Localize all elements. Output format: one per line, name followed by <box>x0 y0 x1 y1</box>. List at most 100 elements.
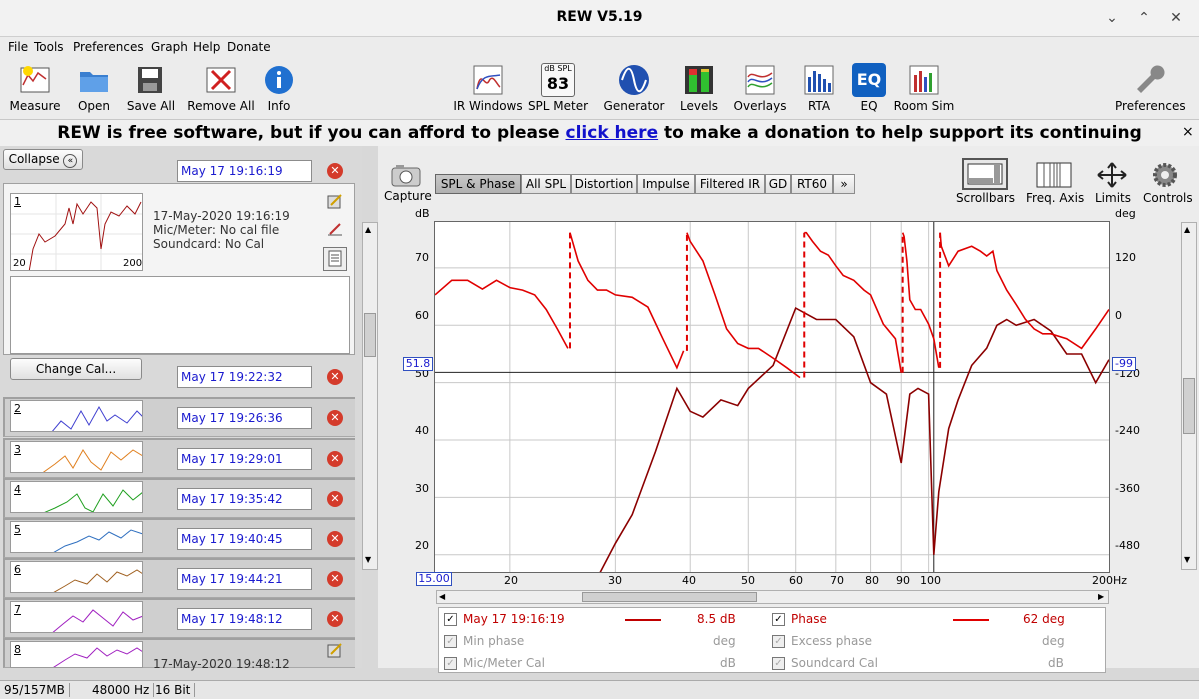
remove-measurement-icon[interactable]: ✕ <box>327 163 343 179</box>
menu-tools[interactable]: Tools <box>34 40 64 54</box>
minimize-icon[interactable]: ⌄ <box>1102 8 1122 28</box>
scrollbars-button[interactable] <box>962 158 1008 190</box>
measurement-thumbnail[interactable]: 6 <box>10 561 143 593</box>
measurement-name-field[interactable]: May 17 19:40:45 <box>177 528 312 550</box>
excess-phase-checkbox[interactable]: ✓ <box>772 635 785 648</box>
tab-filtered-ir[interactable]: Filtered IR <box>695 174 765 194</box>
measurement-thumbnail[interactable]: 1 20 200 <box>10 193 143 271</box>
scroll-up-icon[interactable]: ▲ <box>365 225 375 235</box>
graph-horizontal-scrollbar[interactable]: ◀ ▶ <box>436 590 1109 604</box>
measurement-name-field[interactable]: May 17 19:35:42 <box>177 488 312 510</box>
legend-series-name: May 17 19:16:19 <box>463 612 565 626</box>
preferences-button[interactable]: Preferences <box>1115 63 1186 113</box>
measurement-name-field[interactable]: May 17 19:44:21 <box>177 568 312 590</box>
legend-soundcard-cal: Soundcard Cal <box>791 656 878 670</box>
scrollbar-thumb[interactable] <box>582 592 757 602</box>
generator-button[interactable]: Generator <box>599 63 669 113</box>
ir-windows-button[interactable]: IR Windows <box>453 63 523 113</box>
measurement-name-field[interactable]: May 17 19:16:19 <box>177 160 312 182</box>
scroll-up-icon[interactable]: ▲ <box>1184 225 1190 234</box>
tab-all-spl[interactable]: All SPL <box>521 174 571 194</box>
remove-measurement-icon[interactable]: ✕ <box>327 410 343 426</box>
menu-file[interactable]: File <box>8 40 28 54</box>
measurement-thumbnail[interactable]: 2 <box>10 400 143 432</box>
legend-unit: deg <box>1042 634 1065 648</box>
limits-button[interactable] <box>1094 162 1130 188</box>
measurement-name-field[interactable]: May 17 19:48:12 <box>177 608 312 630</box>
menu-donate[interactable]: Donate <box>227 40 271 54</box>
remove-measurement-icon[interactable]: ✕ <box>327 369 343 385</box>
scroll-right-icon[interactable]: ▶ <box>1098 592 1104 601</box>
menu-help[interactable]: Help <box>193 40 220 54</box>
measurement-name-field[interactable]: May 17 19:29:01 <box>177 448 312 470</box>
save-icon <box>138 67 162 93</box>
legend-excess-phase: Excess phase <box>791 634 872 648</box>
legend-unit: dB <box>720 656 736 670</box>
info-button[interactable]: Info <box>244 63 314 113</box>
measurement-thumbnail[interactable]: 5 <box>10 521 143 553</box>
tab-distortion[interactable]: Distortion <box>571 174 637 194</box>
mic-cal-checkbox[interactable]: ✓ <box>444 657 457 670</box>
collapse-button[interactable]: Collapse « <box>3 149 83 170</box>
room-sim-button[interactable]: Room Sim <box>889 63 959 113</box>
scrollbar-thumb[interactable] <box>1183 378 1195 434</box>
eq-icon: EQ <box>852 63 886 97</box>
maximize-icon[interactable]: ⌃ <box>1134 8 1154 28</box>
donate-link[interactable]: click here <box>566 123 659 143</box>
change-cal-button[interactable]: Change Cal... <box>10 358 142 380</box>
spl-meter-button[interactable]: dB SPL 83 SPL Meter <box>523 63 593 113</box>
gear-icon <box>1153 163 1177 187</box>
edit-notes-icon[interactable] <box>327 193 343 209</box>
soundcard-cal-checkbox[interactable]: ✓ <box>772 657 785 670</box>
status-bar: 95/157MB 48000 Hz 16 Bit <box>0 680 1199 699</box>
scroll-down-icon[interactable]: ▼ <box>365 555 375 565</box>
pencil-icon[interactable] <box>327 220 343 236</box>
scroll-left-icon[interactable]: ◀ <box>439 592 445 601</box>
measurements-scrollbar[interactable]: ▲ ▼ <box>362 222 378 570</box>
remove-measurement-icon[interactable]: ✕ <box>327 571 343 587</box>
close-icon[interactable]: ✕ <box>1166 8 1186 28</box>
freq-axis-button[interactable] <box>1036 162 1072 188</box>
measurement-thumbnail[interactable]: 4 <box>10 481 143 513</box>
controls-button[interactable] <box>1151 162 1179 188</box>
menu-graph[interactable]: Graph <box>151 40 188 54</box>
tab-spl-phase[interactable]: SPL & Phase <box>435 174 521 194</box>
save-all-button[interactable]: Save All <box>116 63 186 113</box>
levels-button[interactable]: Levels <box>664 63 734 113</box>
remove-measurement-icon[interactable]: ✕ <box>327 531 343 547</box>
notes-area[interactable] <box>10 276 350 354</box>
scrollbar-thumb[interactable] <box>364 313 376 357</box>
measurement-name-field[interactable]: May 17 19:26:36 <box>177 407 312 429</box>
measurement-thumbnail[interactable]: 8 <box>10 641 143 668</box>
freq-axis-label: Freq. Axis <box>1026 191 1085 205</box>
phase-checkbox[interactable]: ✓ <box>772 613 785 626</box>
measurement-thumbnail[interactable]: 7 <box>10 601 143 633</box>
legend-line <box>625 619 661 621</box>
scroll-down-icon[interactable]: ▼ <box>1184 555 1190 564</box>
legend-min-phase: Min phase <box>463 634 525 648</box>
x-tick: 40 <box>682 574 696 587</box>
y-right-tick: -360 <box>1115 482 1140 495</box>
edit-notes-icon[interactable] <box>327 642 343 658</box>
tab-gd[interactable]: GD <box>765 174 791 194</box>
notes-icon[interactable] <box>323 247 347 271</box>
y-right-tick: 120 <box>1115 251 1136 264</box>
series-checkbox[interactable]: ✓ <box>444 613 457 626</box>
min-phase-checkbox[interactable]: ✓ <box>444 635 457 648</box>
capture-button[interactable] <box>388 162 424 188</box>
measurement-thumbnail[interactable]: 3 <box>10 441 143 473</box>
remove-measurement-icon[interactable]: ✕ <box>327 611 343 627</box>
remove-measurement-icon[interactable]: ✕ <box>327 491 343 507</box>
tab-more[interactable]: » <box>833 174 855 194</box>
banner-close-icon[interactable]: × <box>1182 124 1194 140</box>
measurement-name-field[interactable]: May 17 19:22:32 <box>177 366 312 388</box>
x-start-field[interactable]: 15.00 <box>416 572 452 586</box>
spl-phase-plot[interactable] <box>434 221 1110 699</box>
remove-measurement-icon[interactable]: ✕ <box>327 451 343 467</box>
graph-vertical-scrollbar[interactable]: ▲ ▼ <box>1181 222 1197 570</box>
menu-preferences[interactable]: Preferences <box>73 40 144 54</box>
thumbnail-graph <box>52 405 142 431</box>
tab-rt60[interactable]: RT60 <box>791 174 833 194</box>
legend-mic-cal: Mic/Meter Cal <box>463 656 545 670</box>
tab-impulse[interactable]: Impulse <box>637 174 695 194</box>
